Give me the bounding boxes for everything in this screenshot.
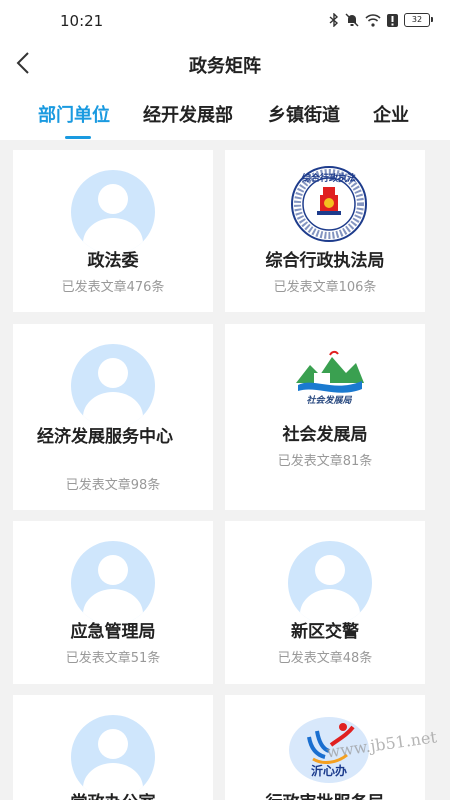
department-card[interactable]: 应急管理局 已发表文章51条: [13, 521, 213, 684]
card-name: 经济发展服务中心: [37, 427, 173, 447]
tab-development-dept[interactable]: 经开发展部: [143, 101, 233, 127]
avatar: [71, 715, 155, 799]
card-name: 政法委: [87, 251, 139, 271]
law-enforcement-logo: 综合行政执法: [291, 166, 367, 242]
social-development-logo: 社会发展局: [296, 350, 364, 406]
department-card[interactable]: 政法委 已发表文章476条: [13, 150, 213, 312]
tab-enterprises[interactable]: 企业: [373, 101, 409, 127]
avatar: [71, 541, 155, 625]
department-card[interactable]: 经济发展服务中心 已发表文章98条: [13, 324, 213, 510]
department-card[interactable]: 综合行政执法 综合行政执法局 已发表文章106条: [225, 150, 425, 312]
card-article-count: 已发表文章98条: [65, 478, 161, 493]
card-article-count: 已发表文章51条: [65, 651, 161, 666]
card-article-count: 已发表文章48条: [277, 651, 373, 666]
logo-text: 社会发展局: [306, 395, 352, 406]
card-name: 社会发展局: [282, 425, 368, 445]
card-name: 应急管理局: [70, 622, 156, 642]
notification-icon: [387, 13, 398, 27]
card-article-count: 已发表文章106条: [273, 280, 377, 295]
department-card[interactable]: 新区交警 已发表文章48条: [225, 521, 425, 684]
nav-bar: 政务矩阵: [0, 42, 450, 84]
tab-towns[interactable]: 乡镇街道: [268, 101, 340, 127]
wifi-icon: [365, 13, 381, 27]
avatar: [71, 170, 155, 254]
status-time: 10:21: [60, 12, 104, 30]
card-name: 党政办公室: [23, 792, 203, 800]
logo-text: 综合行政执法: [302, 172, 356, 184]
card-name: 综合行政执法局: [265, 251, 385, 271]
status-bar: 10:21 32: [0, 0, 450, 42]
card-name: 行政审批服务局: [235, 792, 415, 800]
battery-icon: 32: [404, 13, 433, 27]
tab-bar: 部门单位 经开发展部 乡镇街道 企业: [0, 84, 450, 140]
avatar: [71, 344, 155, 428]
card-article-count: 已发表文章476条: [61, 280, 165, 295]
tab-departments[interactable]: 部门单位: [38, 101, 110, 127]
active-tab-indicator: [65, 136, 91, 139]
card-article-count: 已发表文章81条: [277, 454, 373, 469]
page-title: 政务矩阵: [189, 56, 261, 77]
department-card[interactable]: 党政办公室: [13, 695, 213, 800]
card-name: 新区交警: [291, 622, 359, 642]
avatar: [288, 541, 372, 625]
logo-text: 沂心办: [311, 763, 347, 778]
mute-icon: [345, 13, 359, 27]
department-card[interactable]: 社会发展局 社会发展局 已发表文章81条: [225, 324, 425, 510]
status-icons: 32: [329, 13, 433, 27]
bluetooth-icon: [329, 13, 339, 27]
